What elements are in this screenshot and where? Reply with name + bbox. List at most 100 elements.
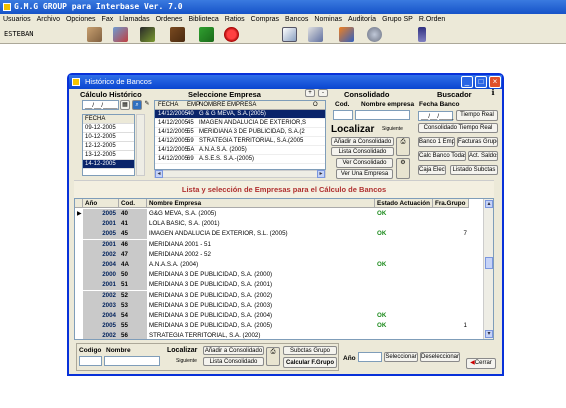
company-row[interactable]: 14/12/200559 STRATEGIA TERRITORIAL, S.A.(… [155,137,325,146]
banco-1-emp-button[interactable]: Banco 1 Emp. [418,137,455,147]
ano-input[interactable] [358,352,382,362]
puzzle-icon[interactable] [339,27,354,42]
table-row[interactable]: 2001 46 MERIDIANA 2001 - 51 [75,239,479,250]
menu-item[interactable]: Ordenes [156,16,183,23]
menu-item[interactable]: Nominas [314,16,342,23]
minimize-button[interactable]: _ [461,76,473,88]
list-item[interactable]: 14-12-2005 [83,160,134,169]
menu-item[interactable]: Ratios [225,16,245,23]
cerrar-button[interactable]: ◀Cerrar [466,358,496,369]
nav-minus-button[interactable]: - [318,89,328,97]
books-icon[interactable] [170,27,185,42]
scroll-right-icon[interactable]: ▸ [317,170,325,178]
companies-table[interactable]: Año Cod. Nombre Empresa Estado Actuación… [74,198,494,340]
calendar-icon[interactable]: ▦ [120,100,130,110]
seleccionar-button[interactable]: Seleccionar [384,352,418,362]
lista-consolidado-button[interactable]: Lista Consolidado [331,147,394,156]
calc-banco-todas-button[interactable]: Calc Banco Todas [418,151,466,161]
nombre-empresa-input[interactable] [355,110,410,120]
calc-hist-date-input[interactable]: __/__/____ [82,100,119,110]
search-icon[interactable]: ⌕ [132,100,142,110]
list-item[interactable]: 13-12-2005 [83,151,134,160]
table-row[interactable]: 2001 51 MERIDIANA 3 DE PUBLICIDAD, S.A. (2… [75,280,479,291]
gear-icon[interactable]: ⚙ [396,158,410,179]
codigo-input[interactable] [79,356,102,366]
table-row[interactable]: 2000 50 MERIDIANA 3 DE PUBLICIDAD, S.A. (2… [75,270,479,281]
menu-item[interactable]: Opciones [66,16,96,23]
printer-icon[interactable]: ⎙ [396,137,410,156]
menu-item[interactable]: Biblioteca [188,16,218,23]
bottom-localizar-button[interactable]: Localizar [167,347,197,354]
company-row[interactable]: 14/12/200555 MERIDIANA 3 DE PUBLICIDAD, S… [155,128,325,137]
menu-item[interactable]: R.Orden [419,16,445,23]
menu-item[interactable]: Fax [102,16,114,23]
ver-consolidado-button[interactable]: Ver Consolidado [336,158,393,168]
house-icon[interactable] [199,27,214,42]
scroll-left-icon[interactable]: ◂ [155,170,163,178]
localizar-button[interactable]: Localizar [331,124,374,135]
gear-doc-icon[interactable] [308,27,323,42]
table-row[interactable]: 2004 4A A.N.A.S.A. (2004) OK [75,260,479,270]
record-icon[interactable] [224,27,239,42]
table-row[interactable]: 2002 52 MERIDIANA 3 DE PUBLICIDAD, S.A. (2… [75,290,479,301]
person-icon[interactable] [418,27,426,42]
fecha-banco-input[interactable]: __/__/____ [418,111,454,121]
ver-empresa-button[interactable]: Ver Una Empresa [336,169,393,179]
pencil-icon[interactable]: ✎ [143,100,151,110]
company-row[interactable]: 14/12/200540 G & G MEVA, S.A.(2005) [155,110,325,119]
table-row[interactable]: 2005 45 IMAGEN ANDALUCIA DE EXTERIOR, S.L.… [75,229,479,240]
table-row[interactable]: 2005 55 MERIDIANA 3 DE PUBLICIDAD, S.A. (2… [75,321,479,332]
menu-item[interactable]: Grupo SP [382,16,413,23]
menu-item[interactable]: Bancos [285,16,308,23]
menu-item[interactable]: Auditoría [348,16,376,23]
table-vscroll[interactable]: ▴ ▾ [483,199,493,339]
scroll-up-icon[interactable]: ▴ [485,200,493,208]
table-row[interactable]: 2003 53 MERIDIANA 3 DE PUBLICIDAD, S.A. (2… [75,300,479,311]
menu-item[interactable]: Compras [251,16,279,23]
menu-item[interactable]: Archivo [37,16,60,23]
info-icon[interactable]: ℹ [489,88,497,98]
document-icon[interactable] [282,27,297,42]
scroll-down-icon[interactable]: ▾ [485,330,493,338]
calcular-fgrupo-button[interactable]: Calcular F.Grupo [283,357,337,368]
company-grid-hscroll[interactable]: ◂ ▸ [154,170,326,178]
company-row[interactable]: 14/12/200569 A.S.E.S. S.A.-(2005) [155,155,325,164]
calc-hist-date-list[interactable]: FECHA 09-12-2005 10-12-2005 12-12-2005 1… [82,114,135,176]
act-saldos-button[interactable]: Act. Saldos [468,151,498,161]
bottom-printer-icon[interactable]: ⎙ [266,347,280,366]
bottom-anadir-button[interactable]: Añadir a Consolidado [203,346,264,355]
list-item[interactable]: 10-12-2005 [83,133,134,142]
deseleccionar-button[interactable]: Deseleccionar [420,352,460,362]
siguiente-button[interactable]: Siguiente [382,126,403,132]
cod-input[interactable] [333,110,353,120]
listado-subctas-button[interactable]: Listado Subctas [450,165,498,175]
company-row[interactable]: 14/12/20055A A.N.A.S.A. (2005) [155,146,325,155]
menu-item[interactable]: Llamadas [119,16,149,23]
menu-item[interactable]: Usuarios [3,16,31,23]
calculator-icon[interactable] [113,27,128,42]
caja-elect-button[interactable]: Caja Elect. [418,165,446,175]
calc-hist-scrollbar[interactable] [136,114,145,176]
nombre-input[interactable] [104,356,160,366]
scroll-thumb[interactable] [485,257,493,269]
chart-icon[interactable] [140,27,155,42]
company-row[interactable]: 14/12/200545 IMAGEN ANDALUCIA DE EXTERIOR… [155,119,325,128]
subctas-grupo-button[interactable]: Subctas Grupo [283,346,337,355]
table-row[interactable]: ▶ 2005 40 G&G MEVA, S.A. (2005) OK [75,209,479,219]
table-row[interactable]: 2002 56 STRATEGIA TERRITORIAL, S.A. (2002) [75,331,479,339]
list-item[interactable]: 12-12-2005 [83,142,134,151]
bottom-lista-button[interactable]: Lista Consolidado [203,357,264,366]
facturas-grupo-button[interactable]: Facturas Grupo [457,137,498,147]
bottom-siguiente-button[interactable]: Siguiente [176,358,197,364]
nav-plus-button[interactable]: + [305,89,315,97]
globe-icon[interactable] [367,27,382,42]
maximize-button[interactable]: □ [475,76,487,88]
close-button[interactable]: × [489,76,501,88]
company-grid[interactable]: FECHA EMPNOMBRE EMPRESA O 14/12/200540 G & … [154,100,326,170]
table-row[interactable]: 2001 41 LOLA BASIC, S.A. (2001) [75,219,479,230]
table-row[interactable]: 2004 54 MERIDIANA 3 DE PUBLICIDAD, S.A. (2… [75,311,479,321]
anadir-consolidado-button[interactable]: Añadir a Consolidado [331,137,394,146]
table-row[interactable]: 2002 47 MERIDIANA 2002 - 52 [75,249,479,260]
tiempo-real-button[interactable]: Tiempo Real [456,110,498,121]
handshake-icon[interactable] [87,27,102,42]
